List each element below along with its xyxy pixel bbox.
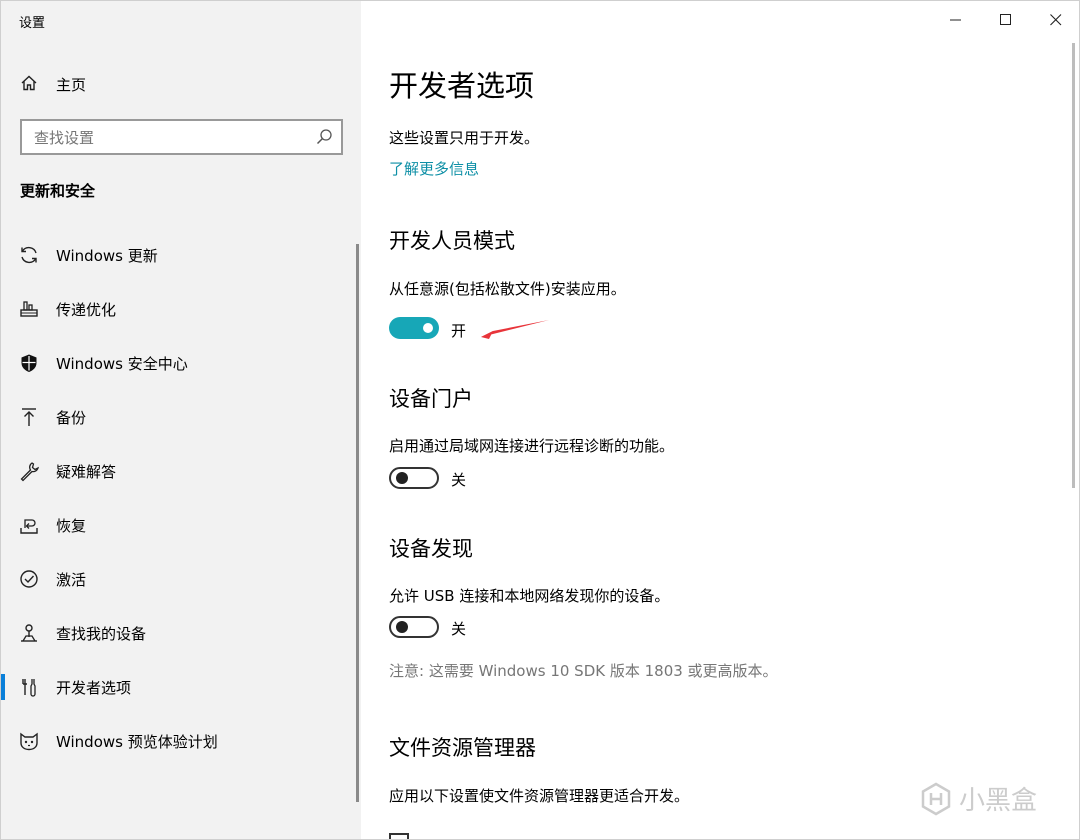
close-button[interactable] [1031,1,1079,39]
sidebar-item-delivery-optimization[interactable]: 传递优化 [1,282,356,336]
sidebar-item-label: 传递优化 [56,301,117,319]
recovery-icon [20,519,38,534]
section-heading: 更新和安全 [20,182,96,200]
sidebar-item-windows-update[interactable]: Windows 更新 [1,228,356,282]
toggle-knob [423,323,433,333]
search-input[interactable] [32,127,306,149]
device-discovery-toggle[interactable] [389,616,439,638]
device-discovery-heading: 设备发现 [389,537,473,561]
shield-icon [21,354,37,372]
device-discovery-description: 允许 USB 连接和本地网络发现你的设备。 [389,587,670,605]
find-device-icon [21,624,37,642]
sidebar-item-find-my-device[interactable]: 查找我的设备 [1,606,356,660]
page-title: 开发者选项 [389,69,535,103]
device-portal-description: 启用通过局域网连接进行远程诊断的功能。 [389,437,675,455]
sidebar-item-home[interactable]: 主页 [1,63,361,105]
active-indicator [1,674,5,700]
developer-tools-icon [22,679,36,697]
device-discovery-state: 关 [451,620,467,638]
developer-mode-state: 开 [451,322,467,340]
annotation-arrow-icon [481,320,549,339]
sidebar: 设置 主页 更新和安全 W [1,1,361,839]
sidebar-item-label: 查找我的设备 [56,625,147,643]
sidebar-item-label: Windows 预览体验计划 [56,733,218,751]
minimize-button[interactable] [931,1,981,39]
main-scrollbar[interactable] [1072,43,1075,488]
sidebar-item-label: 恢复 [56,517,87,535]
settings-window: 设置 主页 更新和安全 W [0,0,1080,840]
maximize-button[interactable] [981,1,1031,39]
device-portal-state: 关 [451,471,467,489]
sidebar-item-activation[interactable]: 激活 [1,552,356,606]
learn-more-link[interactable]: 了解更多信息 [389,158,479,179]
home-label: 主页 [56,76,87,94]
watermark: 小黑盒 [919,780,1037,817]
watermark-logo-icon [921,782,951,815]
device-portal-toggle[interactable] [389,467,439,489]
device-portal-heading: 设备门户 [389,387,473,411]
sidebar-item-label: Windows 安全中心 [56,355,188,373]
sync-icon [21,246,37,264]
sidebar-item-developer-options[interactable]: 开发者选项 [1,660,356,714]
checkbox[interactable] [389,833,409,839]
sidebar-item-label: 激活 [56,571,87,589]
close-icon [1050,14,1062,26]
sidebar-item-label: 备份 [56,409,87,427]
sidebar-item-backup[interactable]: 备份 [1,390,356,444]
sidebar-item-recovery[interactable]: 恢复 [1,498,356,552]
device-discovery-note: 注意: 这需要 Windows 10 SDK 版本 1803 或更高版本。 [389,662,778,680]
developer-mode-description: 从任意源(包括松散文件)安装应用。 [389,280,626,298]
insider-cat-icon [20,732,38,751]
toggle-knob [396,621,408,633]
search-box[interactable] [20,119,343,155]
sidebar-item-windows-security[interactable]: Windows 安全中心 [1,336,356,390]
sidebar-item-windows-insider[interactable]: Windows 预览体验计划 [1,714,356,768]
search-icon[interactable] [315,128,333,146]
maximize-icon [1000,14,1011,25]
sidebar-item-label: 疑难解答 [56,463,117,481]
wrench-icon [20,462,40,482]
check-circle-icon [20,570,38,588]
backup-arrow-icon [22,408,36,426]
minimize-icon [950,19,961,21]
file-explorer-heading: 文件资源管理器 [389,736,536,760]
main-content: 开发者选项 这些设置只用于开发。 了解更多信息 开发人员模式 从任意源(包括松散… [361,1,1079,839]
watermark-text: 小黑盒 [959,786,1038,816]
sidebar-item-label: 开发者选项 [56,679,132,697]
toggle-knob [396,472,408,484]
home-icon [21,75,37,91]
delivery-optimization-icon [20,301,38,317]
intro-text: 这些设置只用于开发。 [389,129,540,147]
window-title: 设置 [19,16,46,31]
sidebar-item-label: Windows 更新 [56,247,158,265]
sidebar-item-troubleshoot[interactable]: 疑难解答 [1,444,356,498]
sidebar-scrollbar[interactable] [356,244,359,802]
sidebar-nav: Windows 更新 传递优化 Windows 安全中心 备份 疑难解答 恢复 … [1,228,361,768]
developer-mode-heading: 开发人员模式 [389,229,515,253]
file-explorer-description: 应用以下设置使文件资源管理器更适合开发。 [389,787,690,805]
developer-mode-toggle[interactable] [389,317,439,339]
window-controls [931,1,1079,39]
